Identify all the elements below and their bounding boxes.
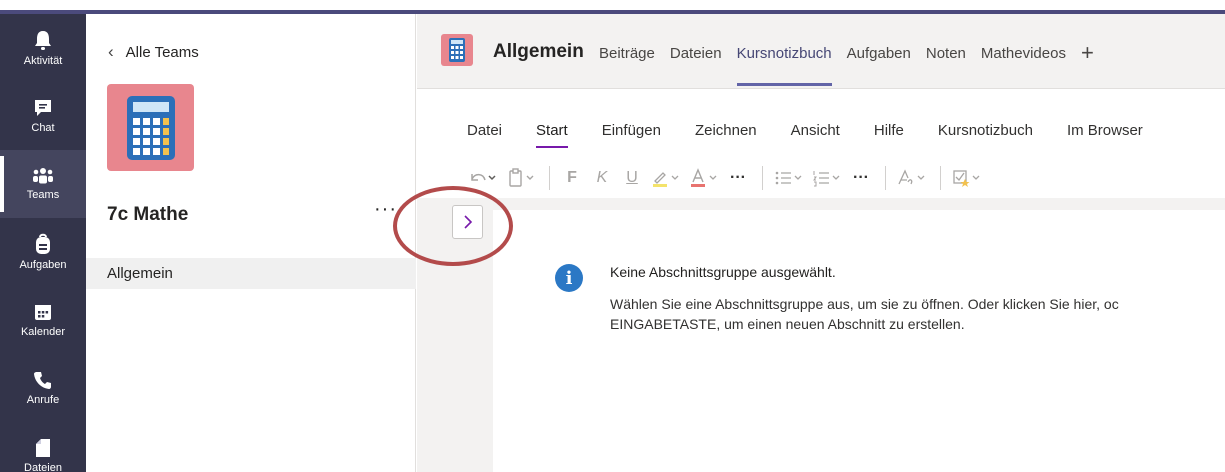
font-color-icon: [691, 168, 717, 187]
rail-label: Kalender: [20, 325, 66, 338]
info-message: Wählen Sie eine Abschnittsgruppe aus, um…: [610, 294, 1210, 334]
tab-beitraege[interactable]: Beiträge: [599, 45, 655, 66]
menu-kursnotizbuch[interactable]: Kursnotizbuch: [938, 122, 1033, 139]
team-name: 7c Mathe: [107, 204, 189, 225]
font-color-button[interactable]: [686, 164, 722, 192]
notebook-canvas: [493, 210, 1225, 472]
clipboard-icon: [509, 168, 534, 187]
toolbar-divider: [549, 166, 550, 190]
app-rail: Aktivität Chat Teams Aufgaben Kalender A…: [0, 14, 86, 472]
phone-icon: [34, 371, 51, 389]
menu-ansicht[interactable]: Ansicht: [791, 122, 840, 139]
more-paragraph-button[interactable]: ···: [847, 164, 875, 192]
back-link-label: Alle Teams: [125, 43, 199, 61]
file-icon: [36, 438, 50, 457]
main-area: Allgemein Beiträge Dateien Kursnotizbuch…: [417, 14, 1225, 472]
rail-item-aktivitaet[interactable]: Aktivität: [0, 14, 86, 82]
calculator-icon: [449, 38, 465, 62]
toolbar-divider: [762, 166, 763, 190]
ribbon-menu: Datei Start Einfügen Zeichnen Ansicht Hi…: [467, 122, 1177, 148]
channel-avatar: [441, 34, 473, 66]
toolbar-divider: [940, 166, 941, 190]
onenote-ribbon: Datei Start Einfügen Zeichnen Ansicht Hi…: [417, 88, 1225, 198]
tab-kursnotizbuch[interactable]: Kursnotizbuch: [736, 45, 832, 86]
menu-im-browser[interactable]: Im Browser: [1067, 122, 1143, 139]
info-line-1: Wählen Sie eine Abschnittsgruppe aus, um…: [610, 296, 1119, 312]
channel-title: Allgemein: [493, 41, 584, 62]
toolbar-divider: [885, 166, 886, 190]
bell-icon: [35, 30, 51, 50]
rail-label: Anrufe: [26, 393, 60, 406]
underline-button[interactable]: U: [618, 164, 646, 192]
channel-header: Allgemein Beiträge Dateien Kursnotizbuch…: [417, 14, 1225, 88]
rail-label: Chat: [31, 121, 55, 134]
info-icon: i: [555, 264, 583, 292]
calculator-icon: [127, 96, 175, 160]
tag-checkbox-icon: [953, 170, 980, 187]
ribbon-toolbar: F K U ··· ···: [465, 164, 987, 192]
teams-icon: [33, 167, 53, 183]
rail-item-kalender[interactable]: Kalender: [0, 286, 86, 354]
backpack-icon: [36, 233, 50, 254]
team-panel: ‹ Alle Teams 7c Mathe ··· Allgemein: [86, 14, 416, 472]
rail-item-aufgaben[interactable]: Aufgaben: [0, 218, 86, 286]
rail-item-chat[interactable]: Chat: [0, 82, 86, 150]
rail-label: Aktivität: [23, 54, 63, 67]
rail-item-teams[interactable]: Teams: [0, 150, 86, 218]
rail-label: Aufgaben: [19, 258, 67, 271]
info-title: Keine Abschnittsgruppe ausgewählt.: [610, 264, 836, 280]
bullets-button[interactable]: [771, 164, 807, 192]
calendar-icon: [35, 304, 51, 320]
rail-label: Dateien: [24, 461, 62, 472]
bold-button[interactable]: F: [558, 164, 586, 192]
menu-start[interactable]: Start: [536, 122, 568, 148]
chat-icon: [35, 99, 51, 116]
menu-zeichnen[interactable]: Zeichnen: [695, 122, 757, 139]
back-to-all-teams-link[interactable]: ‹ Alle Teams: [108, 42, 199, 62]
highlighter-icon: [653, 172, 679, 187]
paste-button[interactable]: [503, 164, 539, 192]
highlight-button[interactable]: [648, 164, 684, 192]
annotation-circle: [393, 186, 513, 266]
tab-noten[interactable]: Noten: [926, 45, 966, 66]
tab-aufgaben[interactable]: Aufgaben: [847, 45, 911, 66]
tab-dateien[interactable]: Dateien: [670, 45, 722, 66]
team-avatar: [107, 84, 194, 171]
styles-icon: [898, 169, 925, 185]
styles-button[interactable]: [894, 164, 930, 192]
rail-item-dateien[interactable]: Dateien: [0, 422, 86, 472]
tab-mathevideos[interactable]: Mathevideos: [981, 45, 1066, 66]
undo-icon: [471, 173, 496, 181]
bullet-list-icon: [775, 171, 802, 185]
teams-window: Aktivität Chat Teams Aufgaben Kalender A…: [0, 0, 1225, 472]
info-line-2: EINGABETASTE, um einen neuen Abschnitt z…: [610, 316, 965, 332]
channel-label: Allgemein: [107, 265, 173, 282]
more-format-button[interactable]: ···: [724, 164, 752, 192]
numbering-button[interactable]: [809, 164, 845, 192]
channel-item-allgemein[interactable]: Allgemein: [86, 258, 416, 289]
chevron-left-icon: ‹: [108, 42, 114, 61]
italic-button[interactable]: K: [588, 164, 616, 192]
menu-hilfe[interactable]: Hilfe: [874, 122, 904, 139]
numbered-list-icon: [813, 171, 840, 187]
channel-tabs: Beiträge Dateien Kursnotizbuch Aufgaben …: [599, 40, 1094, 86]
rail-item-anrufe[interactable]: Anrufe: [0, 354, 86, 422]
add-tab-button[interactable]: +: [1081, 40, 1094, 66]
menu-datei[interactable]: Datei: [467, 122, 502, 139]
tag-button[interactable]: [949, 164, 985, 192]
rail-label: Teams: [26, 188, 60, 201]
menu-einfuegen[interactable]: Einfügen: [602, 122, 661, 139]
